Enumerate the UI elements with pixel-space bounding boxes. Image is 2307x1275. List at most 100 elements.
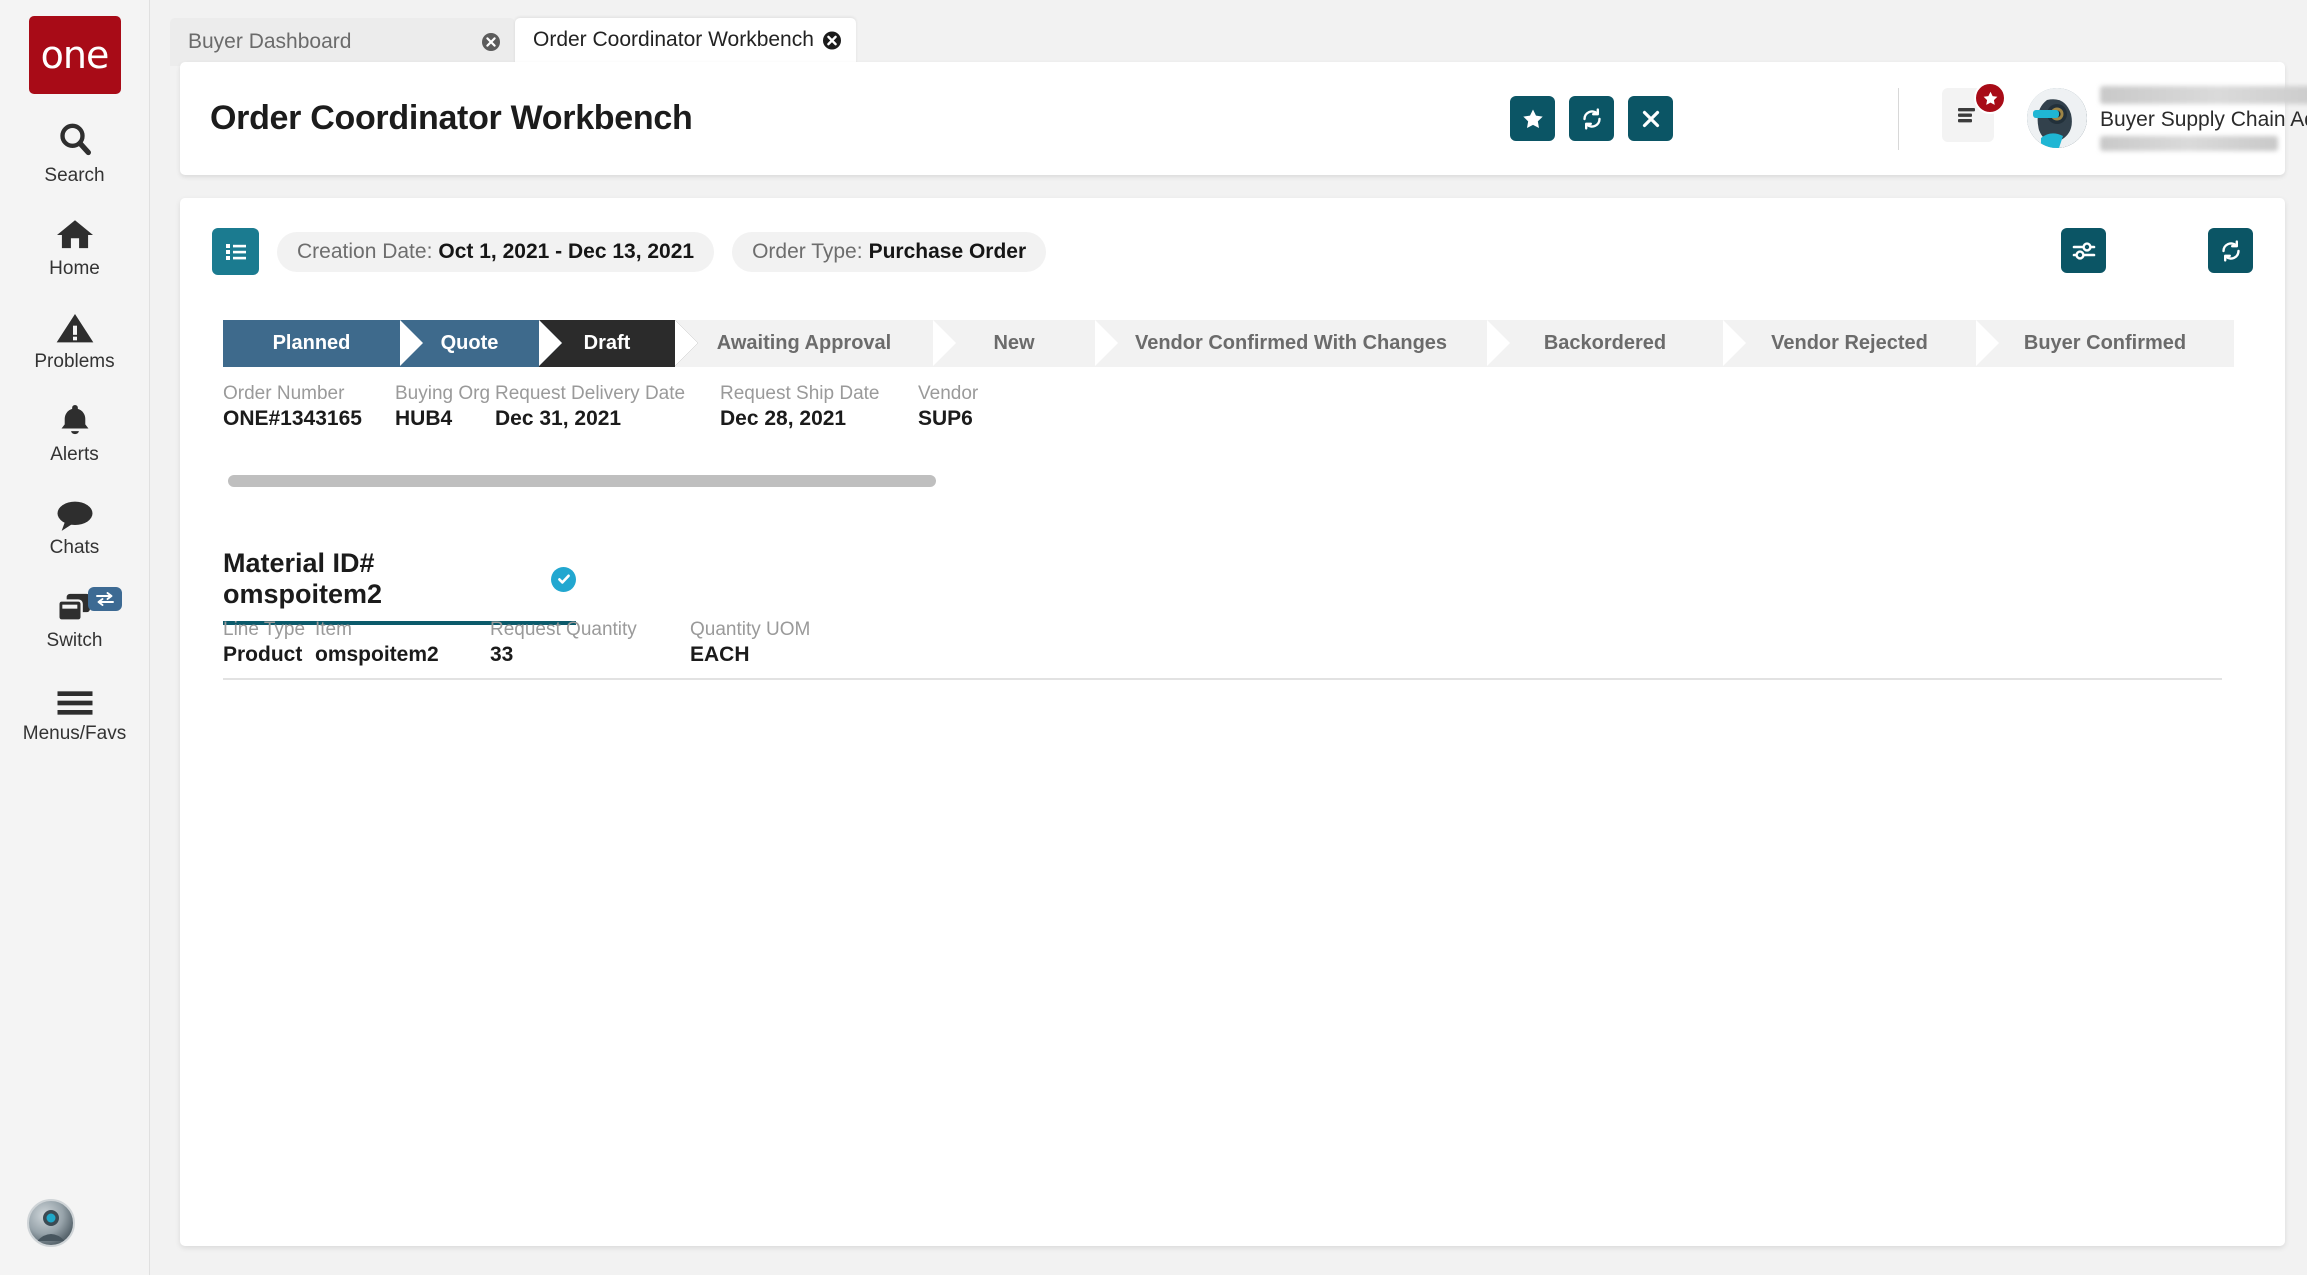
sidebar-item-home[interactable]: Home (0, 187, 150, 280)
sidebar-item-menus-favs[interactable]: Menus/Favs (0, 652, 150, 745)
pipeline-step-label: Vendor Rejected (1771, 332, 1928, 355)
filter-chip-value: Purchase Order (869, 240, 1027, 264)
field-label: Order Number (223, 382, 385, 406)
field-label: Line Type (223, 618, 305, 642)
user-info: Buyer Supply Chain Admin (2100, 86, 2307, 151)
field-request-delivery-date: Request Delivery Date Dec 31, 2021 (495, 382, 710, 432)
one-logo[interactable]: one (29, 16, 121, 94)
field-label: Buying Org (395, 382, 485, 406)
filter-chip-order-type[interactable]: Order Type: Purchase Order (732, 232, 1046, 272)
filter-toolbar: Creation Date: Oct 1, 2021 - Dec 13, 202… (212, 228, 1046, 275)
field-label: Vendor (918, 382, 1038, 406)
one-logo-text: one (41, 33, 109, 77)
field-label: Quantity UOM (690, 618, 850, 642)
settings-sliders-button[interactable] (2061, 228, 2106, 273)
field-label: Request Quantity (490, 618, 680, 642)
tab-buyer-dashboard[interactable]: Buyer Dashboard (170, 18, 515, 66)
refresh-button[interactable] (1569, 96, 1614, 141)
pipeline-notch (1095, 320, 1118, 366)
tab-label: Buyer Dashboard (188, 30, 351, 54)
field-value: SUP6 (918, 406, 1038, 432)
application-window: one Search Home Problems Alerts (0, 0, 2307, 1275)
pipeline-notch (400, 320, 423, 366)
chat-bubble-icon (55, 492, 95, 532)
pipeline-step-label: Planned (273, 332, 351, 355)
material-section-header[interactable]: Material ID# omspoitem2 (223, 548, 576, 625)
swap-arrows-icon[interactable] (88, 587, 122, 611)
hamburger-icon (55, 678, 95, 718)
filter-chip-label: Order Type: (752, 240, 863, 264)
pipeline-step-buyer-confirmed[interactable]: Buyer Confirmed (1976, 320, 2234, 367)
filter-chip-creation-date[interactable]: Creation Date: Oct 1, 2021 - Dec 13, 202… (277, 232, 714, 272)
user-avatar-icon[interactable] (27, 1199, 75, 1247)
pipeline-notch (1487, 320, 1510, 366)
filter-chip-value: Oct 1, 2021 - Dec 13, 2021 (438, 240, 694, 264)
sidebar-label-alerts: Alerts (50, 444, 99, 466)
tab-order-coordinator-workbench[interactable]: Order Coordinator Workbench (515, 18, 856, 66)
field-label: Request Delivery Date (495, 382, 710, 406)
pipeline-step-vendor-confirmed-with-changes[interactable]: Vendor Confirmed With Changes (1095, 320, 1487, 367)
line-item-divider (223, 678, 2222, 680)
pipeline-notch (539, 320, 562, 366)
pipeline-step-label: Draft (584, 332, 631, 355)
horizontal-scrollbar[interactable] (228, 475, 936, 487)
pipeline-step-label: Backordered (1544, 332, 1666, 355)
warning-triangle-icon (55, 306, 95, 346)
list-view-icon[interactable] (212, 228, 259, 275)
sidebar-item-chats[interactable]: Chats (0, 466, 150, 559)
pipeline-notch (675, 320, 698, 366)
pipeline-step-draft[interactable]: Draft (539, 320, 675, 367)
close-circle-icon[interactable] (481, 32, 501, 52)
sidebar-label-switch: Switch (47, 630, 103, 652)
menu-favorite-badge[interactable] (1974, 82, 2006, 114)
sidebar-label-chats: Chats (50, 537, 100, 559)
close-circle-icon[interactable] (822, 30, 842, 50)
field-value: Dec 28, 2021 (720, 406, 908, 432)
sidebar-item-search[interactable]: Search (0, 94, 150, 187)
pipeline-step-vendor-rejected[interactable]: Vendor Rejected (1723, 320, 1976, 367)
user-email-redacted (2100, 136, 2278, 151)
home-icon (55, 213, 95, 253)
field-item: Item omspoitem2 (315, 618, 480, 668)
field-label: Request Ship Date (720, 382, 908, 406)
sidebar-item-alerts[interactable]: Alerts (0, 373, 150, 466)
pipeline-step-backordered[interactable]: Backordered (1487, 320, 1723, 367)
pipeline-step-new[interactable]: New (933, 320, 1095, 367)
pipeline-notch (1723, 320, 1746, 366)
check-circle-icon (551, 567, 576, 592)
pipeline-step-label: Vendor Confirmed With Changes (1135, 332, 1447, 355)
sidebar-label-menus-favs: Menus/Favs (23, 723, 126, 745)
user-role: Buyer Supply Chain Admin (2100, 108, 2307, 132)
field-value: Dec 31, 2021 (495, 406, 710, 432)
header-divider (1898, 88, 1899, 150)
bell-icon (56, 399, 94, 439)
tab-label: Order Coordinator Workbench (533, 28, 814, 52)
line-item-fields: Line Type Product Item omspoitem2 Reques… (223, 618, 860, 668)
field-request-ship-date: Request Ship Date Dec 28, 2021 (720, 382, 908, 432)
header-action-group (1510, 96, 1673, 141)
pipeline-step-planned[interactable]: Planned (223, 320, 400, 367)
close-button[interactable] (1628, 96, 1673, 141)
sidebar-label-problems: Problems (34, 351, 114, 373)
field-value: 33 (490, 642, 680, 668)
sidebar-item-switch[interactable]: Switch (0, 559, 150, 652)
pipeline-step-awaiting-approval[interactable]: Awaiting Approval (675, 320, 933, 367)
pipeline-step-label: Buyer Confirmed (2024, 332, 2186, 355)
tab-bar: Buyer Dashboard Order Coordinator Workbe… (150, 0, 2307, 66)
user-name-redacted (2100, 86, 2307, 104)
material-title: Material ID# omspoitem2 (223, 548, 539, 610)
field-order-number: Order Number ONE#1343165 (223, 382, 385, 432)
sidebar-item-problems[interactable]: Problems (0, 280, 150, 373)
field-label: Item (315, 618, 480, 642)
field-vendor: Vendor SUP6 (918, 382, 1038, 432)
avatar[interactable] (2027, 88, 2087, 148)
refresh-grid-button[interactable] (2208, 228, 2253, 273)
favorite-button[interactable] (1510, 96, 1555, 141)
filter-chip-label: Creation Date: (297, 240, 432, 264)
search-icon (55, 120, 95, 160)
pipeline-step-quote[interactable]: Quote (400, 320, 539, 367)
field-quantity-uom: Quantity UOM EACH (690, 618, 850, 668)
pipeline-notch (933, 320, 956, 366)
pipeline-step-label: New (993, 332, 1034, 355)
field-buying-org: Buying Org HUB4 (395, 382, 485, 432)
